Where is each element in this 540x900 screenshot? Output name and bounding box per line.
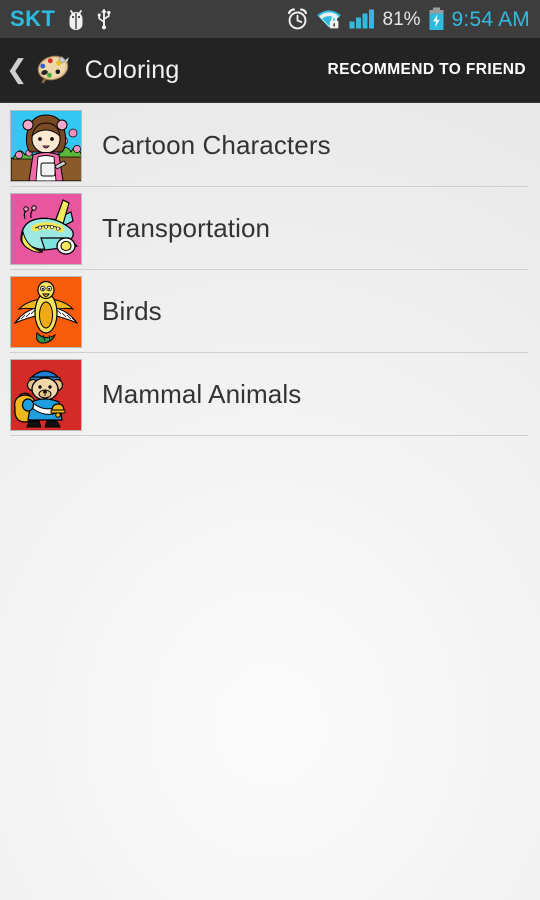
back-icon[interactable]: ❮ bbox=[6, 57, 28, 83]
wifi-secure-icon bbox=[316, 8, 342, 30]
list-item-label: Mammal Animals bbox=[102, 379, 302, 409]
battery-percent-label: 81% bbox=[382, 8, 421, 30]
airplane-thumbnail bbox=[10, 192, 82, 265]
list-item[interactable]: Birds bbox=[0, 270, 540, 353]
list-item-label: Birds bbox=[102, 296, 162, 326]
list-item-label: Transportation bbox=[102, 213, 271, 243]
battery-charging-icon bbox=[428, 7, 445, 31]
list-item[interactable]: Mammal Animals bbox=[0, 353, 540, 436]
bear-thumbnail bbox=[10, 358, 82, 431]
clock-label: 9:54 AM bbox=[451, 7, 530, 31]
carrier-label: SKT bbox=[10, 6, 56, 31]
usb-icon bbox=[96, 8, 112, 30]
category-list: Cartoon Characters Transportation Birds … bbox=[0, 104, 540, 436]
bug-icon bbox=[65, 8, 87, 30]
palette-icon[interactable] bbox=[29, 47, 75, 93]
signal-bars-icon bbox=[349, 8, 376, 30]
list-item[interactable]: Cartoon Characters bbox=[0, 104, 540, 187]
recommend-to-friend-button[interactable]: RECOMMEND TO FRIEND bbox=[324, 53, 530, 87]
page-title: Coloring bbox=[84, 55, 180, 84]
action-bar: ❮ Coloring RECOMMEND TO FRIEND bbox=[0, 38, 540, 103]
list-item-label: Cartoon Characters bbox=[102, 130, 331, 160]
bird-thumbnail bbox=[10, 275, 82, 348]
status-bar: SKT 81% 9:54 AM bbox=[0, 0, 540, 38]
girl-gardening-thumbnail bbox=[10, 109, 82, 182]
alarm-clock-icon bbox=[286, 7, 309, 31]
app-screen: SKT 81% 9:54 AM ❮ Coloring RECOMMEND TO … bbox=[0, 0, 540, 900]
list-item[interactable]: Transportation bbox=[0, 187, 540, 270]
status-bar-left: SKT bbox=[10, 8, 112, 30]
status-bar-right: 81% 9:54 AM bbox=[286, 7, 530, 31]
